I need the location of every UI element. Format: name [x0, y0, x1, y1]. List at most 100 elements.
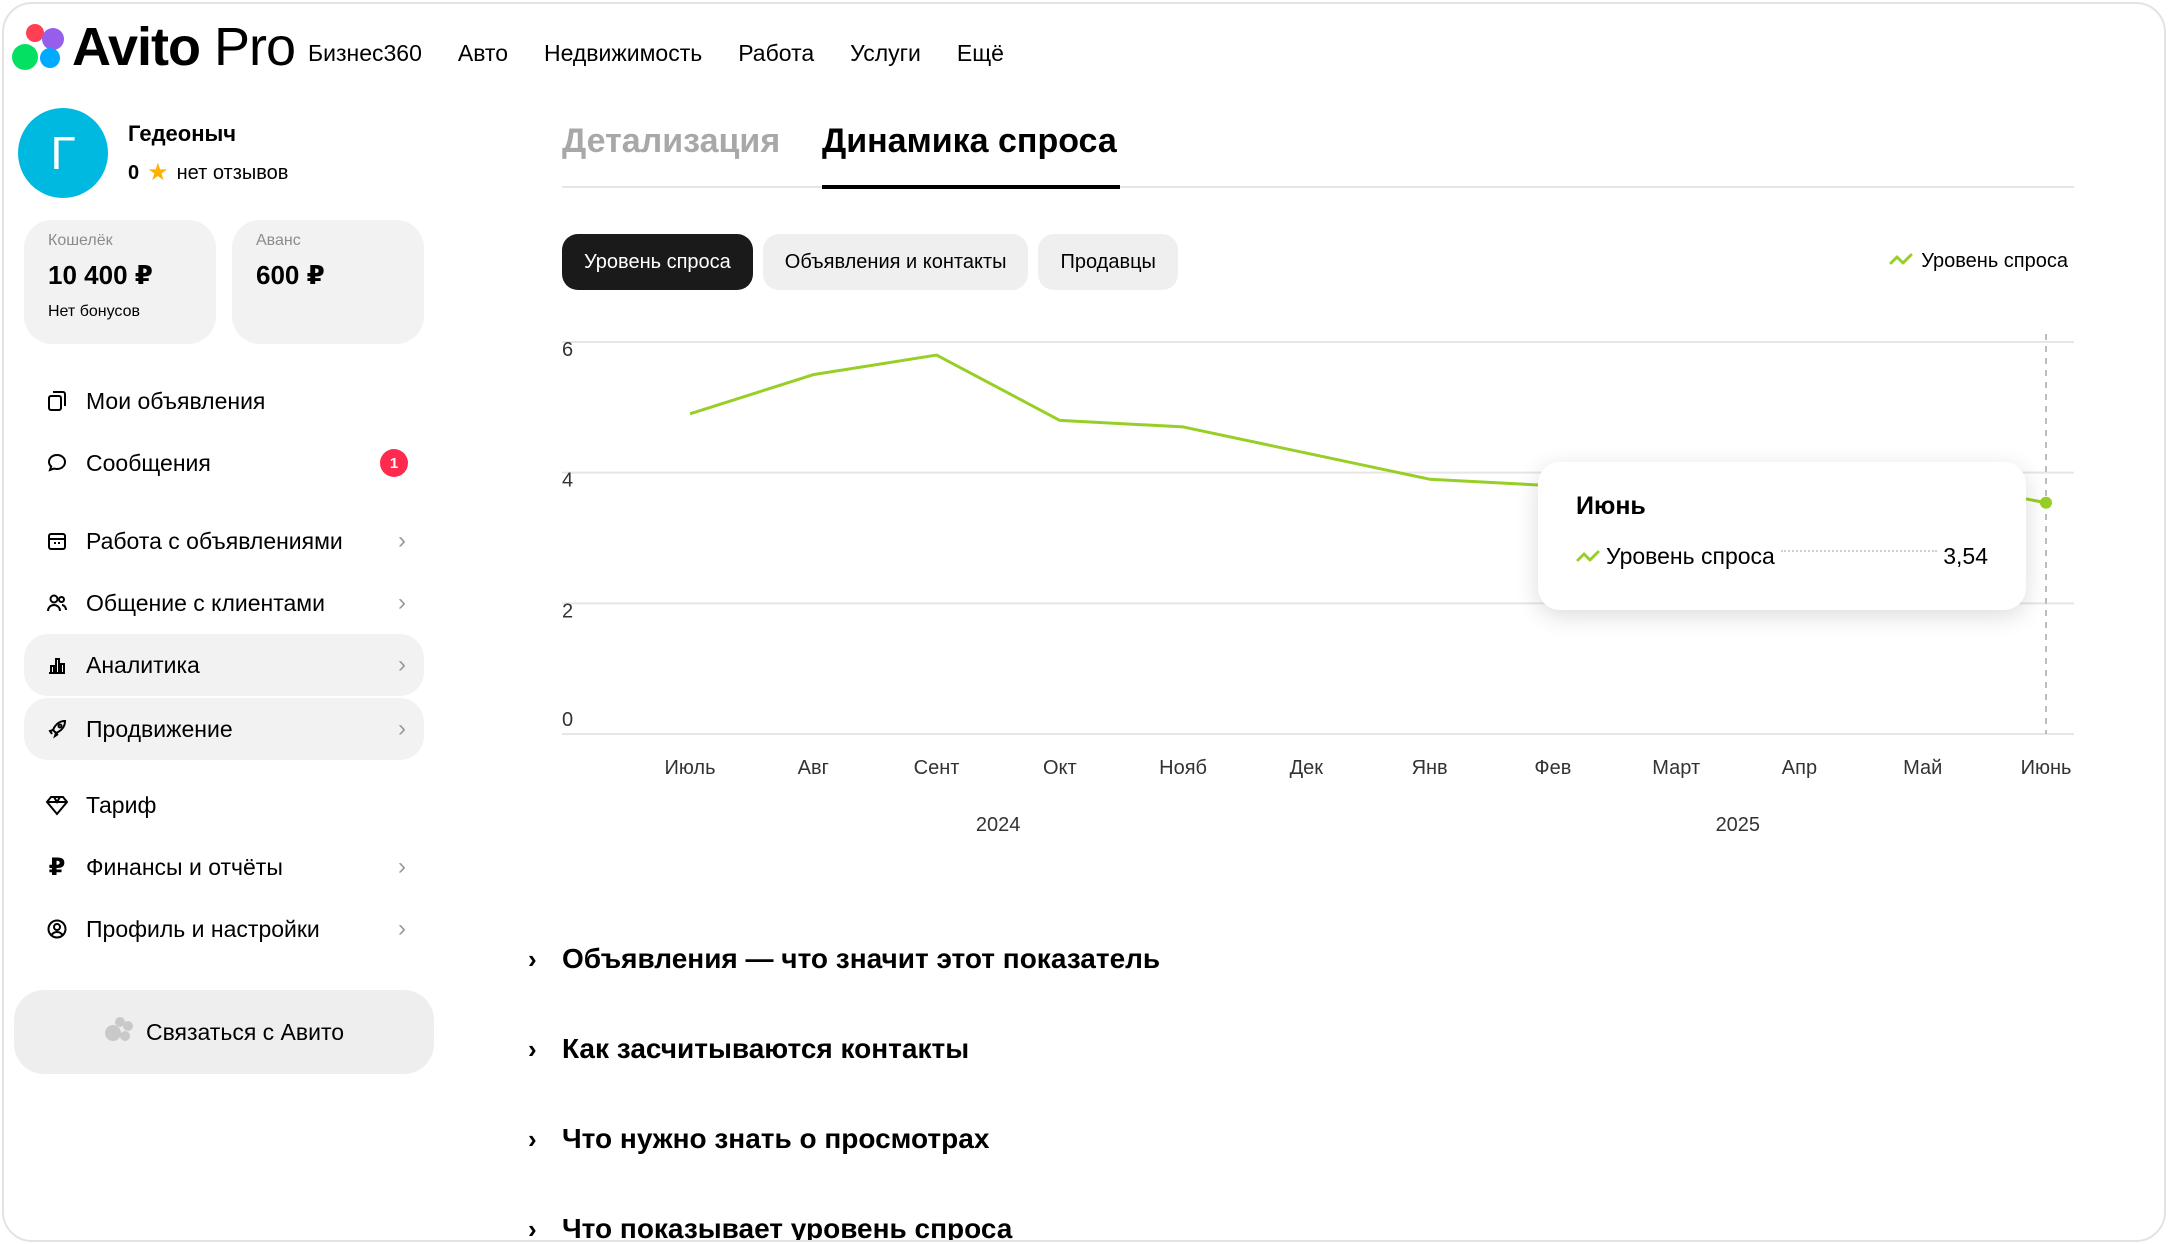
sidebar-item-label: Аналитика: [86, 651, 200, 678]
contact-avito-label: Связаться с Авито: [145, 1018, 345, 1045]
wallet-card[interactable]: Кошелёк 10 400 ₽ Нет бонусов: [24, 220, 216, 344]
y-tick-label: 6: [562, 339, 573, 361]
metric-selector: Уровень спроса Объявления и контакты Про…: [562, 234, 1178, 290]
sidebar-item-label: Продвижение: [86, 715, 233, 742]
sidebar-item-messages[interactable]: Сообщения 1: [24, 432, 424, 494]
y-tick-label: 4: [562, 470, 573, 492]
ruble-icon: ₽: [48, 853, 66, 881]
star-icon: ★: [147, 159, 169, 186]
nav-eshche[interactable]: Ещё: [957, 40, 1004, 67]
sidebar-item-label: Профиль и настройки: [86, 915, 320, 942]
sidebar-item-finance[interactable]: ₽ Финансы и отчёты ›: [24, 836, 424, 898]
wallet-value: 10 400 ₽: [48, 260, 153, 290]
support-icon: [104, 1016, 134, 1048]
chat-icon: [44, 450, 70, 476]
legend-label: Уровень спроса: [1921, 250, 2068, 272]
x-tick-label: Дек: [1290, 757, 1324, 779]
y-tick-label: 2: [562, 600, 573, 622]
reviews-text[interactable]: нет отзывов: [177, 162, 289, 185]
pill-demand-level[interactable]: Уровень спроса: [562, 234, 753, 290]
logo-suffix: Pro: [214, 17, 296, 77]
sidebar-item-label: Сообщения: [86, 449, 211, 476]
sidebar-item-my-ads[interactable]: Мои объявления: [24, 370, 424, 432]
tab-detalization[interactable]: Детализация: [562, 122, 780, 161]
x-tick-label: Июль: [664, 757, 715, 779]
line-trend-icon: [1576, 543, 1600, 570]
faq-list: › Объявления — что значит этот показател…: [528, 914, 1160, 1242]
top-nav: Бизнес360 Авто Недвижимость Работа Услуг…: [308, 40, 1004, 67]
line-trend-icon: [1889, 250, 1913, 273]
diamond-icon: [44, 792, 70, 818]
faq-item[interactable]: › Что показывает уровень спроса: [528, 1184, 1160, 1242]
calendar-icon: [44, 528, 70, 554]
sidebar-item-promotion[interactable]: Продвижение ›: [24, 698, 424, 760]
avito-pro-logo[interactable]: Avito Pro: [12, 17, 296, 77]
pill-ads-contacts[interactable]: Объявления и контакты: [762, 234, 1029, 290]
sidebar-menu: Мои объявления Сообщения 1 Работа с объя…: [24, 370, 424, 960]
rocket-icon: [44, 716, 70, 742]
sidebar-item-ads-work[interactable]: Работа с объявлениями ›: [24, 510, 424, 572]
users-icon: [44, 590, 70, 616]
rating-value: 0: [128, 161, 140, 184]
tooltip-value: 3,54: [1943, 543, 1988, 569]
x-tick-label: Май: [1903, 757, 1942, 779]
sidebar-item-label: Мои объявления: [86, 387, 266, 414]
faq-item[interactable]: › Как засчитываются контакты: [528, 1004, 1160, 1094]
chevron-right-icon: ›: [398, 589, 406, 616]
chevron-right-icon: ›: [528, 943, 537, 974]
profile-icon: [44, 916, 70, 942]
pill-sellers[interactable]: Продавцы: [1038, 234, 1178, 290]
tooltip-title: Июнь: [1576, 492, 1646, 520]
sidebar-item-profile[interactable]: Профиль и настройки ›: [24, 898, 424, 960]
logo-dots-icon: [12, 22, 66, 72]
app-window: Avito Pro Бизнес360 Авто Недвижимость Ра…: [2, 2, 2166, 1242]
x-tick-label: Нояб: [1159, 757, 1207, 779]
sidebar-item-label: Тариф: [86, 791, 157, 818]
advance-card[interactable]: Аванс 600 ₽: [232, 220, 424, 344]
data-point: [2040, 496, 2052, 509]
nav-nedvizhimost[interactable]: Недвижимость: [544, 40, 702, 67]
x-tick-label: Март: [1652, 757, 1700, 779]
wallet-bonus: Нет бонусов: [48, 303, 140, 320]
sidebar-item-label: Финансы и отчёты: [86, 853, 283, 880]
wallet-label: Кошелёк: [48, 232, 113, 249]
faq-item[interactable]: › Объявления — что значит этот показател…: [528, 914, 1160, 1004]
chevron-right-icon: ›: [398, 527, 406, 554]
x-tick-label: Апр: [1782, 757, 1817, 779]
chevron-right-icon: ›: [398, 915, 406, 942]
profile-block[interactable]: Г Гедеоныч 0 ★ нет отзывов: [18, 108, 288, 198]
nav-rabota[interactable]: Работа: [738, 40, 814, 67]
faq-question: Как засчитываются контакты: [562, 1033, 970, 1064]
nav-uslugi[interactable]: Услуги: [850, 40, 921, 67]
faq-question: Что показывает уровень спроса: [562, 1213, 1013, 1242]
nav-avto[interactable]: Авто: [458, 40, 508, 67]
profile-name[interactable]: Гедеоныч: [128, 121, 288, 147]
sidebar-item-clients[interactable]: Общение с клиентами ›: [24, 572, 424, 634]
nav-biznes360[interactable]: Бизнес360: [308, 40, 422, 67]
sidebar-item-tariff[interactable]: Тариф: [24, 774, 424, 836]
faq-question: Объявления — что значит этот показатель: [562, 943, 1161, 974]
tooltip-series-label: Уровень спроса: [1606, 543, 1775, 569]
chevron-right-icon: ›: [528, 1123, 537, 1154]
ads-icon: [44, 388, 70, 414]
x-tick-label: Окт: [1043, 757, 1077, 779]
chevron-right-icon: ›: [528, 1213, 537, 1242]
chevron-right-icon: ›: [398, 715, 406, 742]
sidebar-item-label: Работа с объявлениями: [86, 527, 343, 554]
avatar[interactable]: Г: [18, 108, 108, 198]
contact-avito-button[interactable]: Связаться с Авито: [14, 990, 434, 1074]
x-tick-label: Янв: [1412, 757, 1448, 779]
tab-demand-dynamics[interactable]: Динамика спроса: [822, 122, 1117, 161]
chart-tooltip: Июнь Уровень спроса 3,54: [1538, 462, 2026, 610]
chart-legend: Уровень спроса: [1889, 250, 2068, 273]
faq-item[interactable]: › Что нужно знать о просмотрах: [528, 1094, 1160, 1184]
sidebar-item-analytics[interactable]: Аналитика ›: [24, 634, 424, 696]
unread-badge: 1: [380, 449, 408, 477]
profile-rating: 0 ★ нет отзывов: [128, 161, 288, 185]
x-tick-label: Фев: [1534, 757, 1571, 779]
chevron-right-icon: ›: [398, 853, 406, 880]
sidebar-item-label: Общение с клиентами: [86, 589, 325, 616]
tooltip-leader-dots: [1780, 549, 1938, 552]
logo-text: Avito: [72, 17, 201, 77]
chevron-right-icon: ›: [528, 1033, 537, 1064]
